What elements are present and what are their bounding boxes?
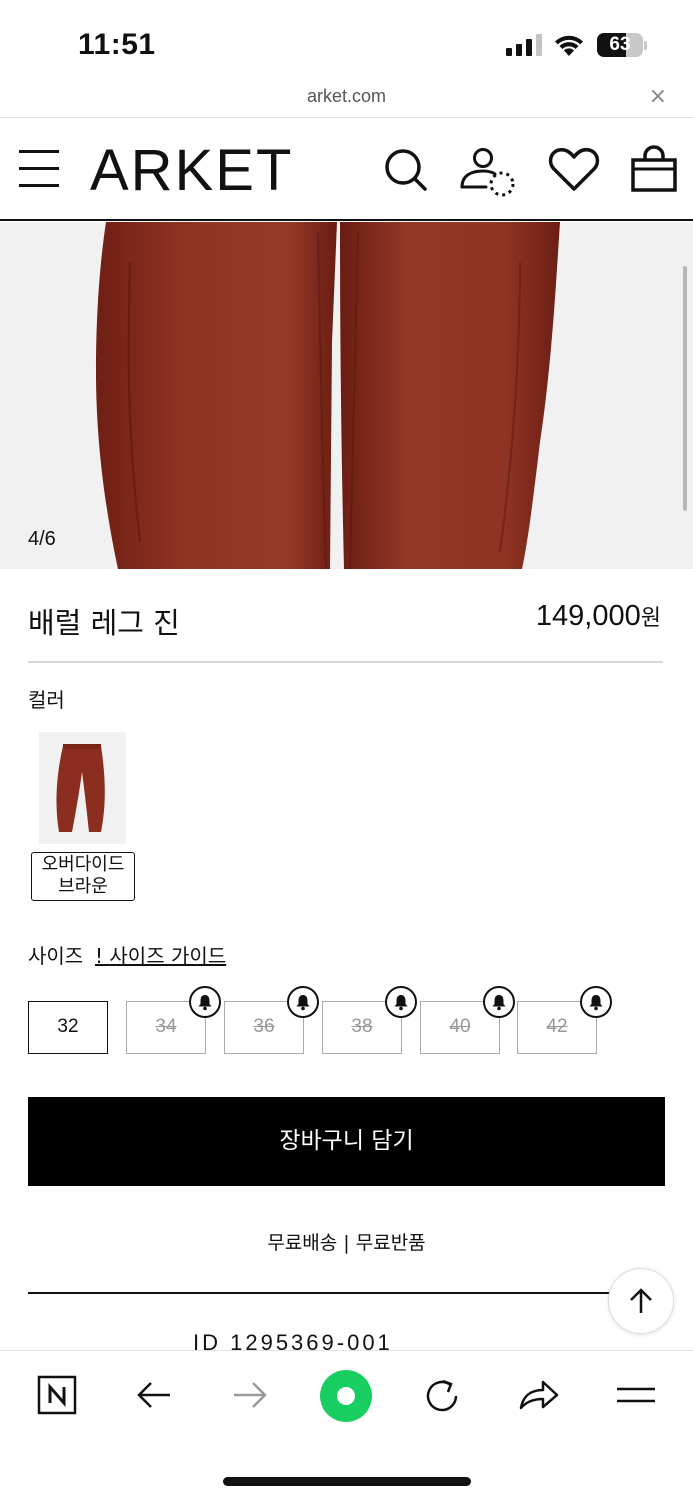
- wishlist-icon[interactable]: [548, 145, 600, 195]
- price-currency: 원: [640, 605, 661, 630]
- forward-icon[interactable]: [230, 1374, 270, 1416]
- green-dot-icon[interactable]: [319, 1369, 373, 1423]
- clock: 11:51: [78, 28, 156, 61]
- account-icon[interactable]: [458, 145, 518, 199]
- close-icon[interactable]: ×: [649, 84, 667, 109]
- color-option-selected[interactable]: 오버다이드 브라운: [31, 852, 135, 901]
- color-label: 컬러: [28, 688, 65, 712]
- back-icon[interactable]: [134, 1374, 174, 1416]
- image-counter: 4/6: [28, 528, 56, 550]
- color-swatch-thumbnail[interactable]: [39, 732, 126, 844]
- size-guide-text: 사이즈 가이드: [109, 944, 227, 968]
- battery-icon: 63: [597, 33, 643, 57]
- bell-icon[interactable]: [385, 986, 417, 1018]
- size-label-text: 36: [253, 1016, 275, 1037]
- scroll-to-top-button[interactable]: [608, 1268, 674, 1334]
- bell-icon[interactable]: [189, 986, 221, 1018]
- bell-icon[interactable]: [483, 986, 515, 1018]
- naver-icon[interactable]: [36, 1374, 78, 1416]
- size-label-text: 34: [155, 1016, 177, 1037]
- size-option-32[interactable]: 32: [28, 1001, 108, 1054]
- menu-icon[interactable]: [19, 150, 59, 190]
- battery-tip: [644, 41, 647, 50]
- home-indicator: [223, 1477, 471, 1486]
- size-option-40[interactable]: 40: [420, 986, 515, 1054]
- divider: [28, 661, 663, 663]
- arrow-up-icon: [630, 1288, 652, 1313]
- size-option-34[interactable]: 34: [126, 986, 221, 1054]
- size-guide-marker: !: [95, 944, 104, 968]
- product-price: 149,000원: [536, 600, 661, 633]
- cellular-signal-icon: [506, 34, 542, 56]
- size-guide-link[interactable]: ! 사이즈 가이드: [95, 940, 226, 969]
- site-header: ARKET: [0, 119, 693, 221]
- product-photo: [96, 222, 560, 569]
- site-logo[interactable]: ARKET: [90, 137, 293, 204]
- color-name-line2: 브라운: [58, 876, 108, 897]
- url-text[interactable]: arket.com: [0, 86, 693, 107]
- bell-icon[interactable]: [580, 986, 612, 1018]
- page-scrollbar[interactable]: [683, 266, 687, 511]
- browser-toolbar: [0, 1350, 693, 1500]
- product-image[interactable]: 4/6: [0, 222, 693, 569]
- product-title: 배럴 레그 진: [28, 606, 180, 640]
- status-bar: 11:51 63: [0, 0, 693, 88]
- price-amount: 149,000: [535, 600, 641, 632]
- size-label-text: 40: [449, 1016, 471, 1037]
- browser-url-bar[interactable]: arket.com ×: [0, 84, 693, 118]
- size-option-38[interactable]: 38: [322, 986, 417, 1054]
- wifi-icon: [555, 35, 583, 56]
- size-option-42[interactable]: 42: [517, 986, 612, 1054]
- menu-icon[interactable]: [614, 1374, 658, 1416]
- battery-level: 63: [609, 34, 631, 55]
- size-label-text: 38: [351, 1016, 373, 1037]
- add-to-cart-button[interactable]: 장바구니 담기: [28, 1097, 665, 1186]
- bell-icon[interactable]: [287, 986, 319, 1018]
- shipping-info: 무료배송 | 무료반품: [267, 1232, 426, 1254]
- bag-icon[interactable]: [628, 145, 680, 195]
- size-label-text: 42: [546, 1016, 568, 1037]
- divider: [28, 1292, 622, 1294]
- size-label-text: 32: [57, 1016, 79, 1037]
- product-id: ID 1295369-001: [193, 1330, 393, 1350]
- size-option-36[interactable]: 36: [224, 986, 319, 1054]
- share-icon[interactable]: [517, 1374, 561, 1416]
- search-icon[interactable]: [380, 145, 430, 195]
- color-name-line1: 오버다이드: [41, 854, 125, 875]
- reload-icon[interactable]: [420, 1374, 464, 1418]
- size-label: 사이즈: [28, 944, 84, 968]
